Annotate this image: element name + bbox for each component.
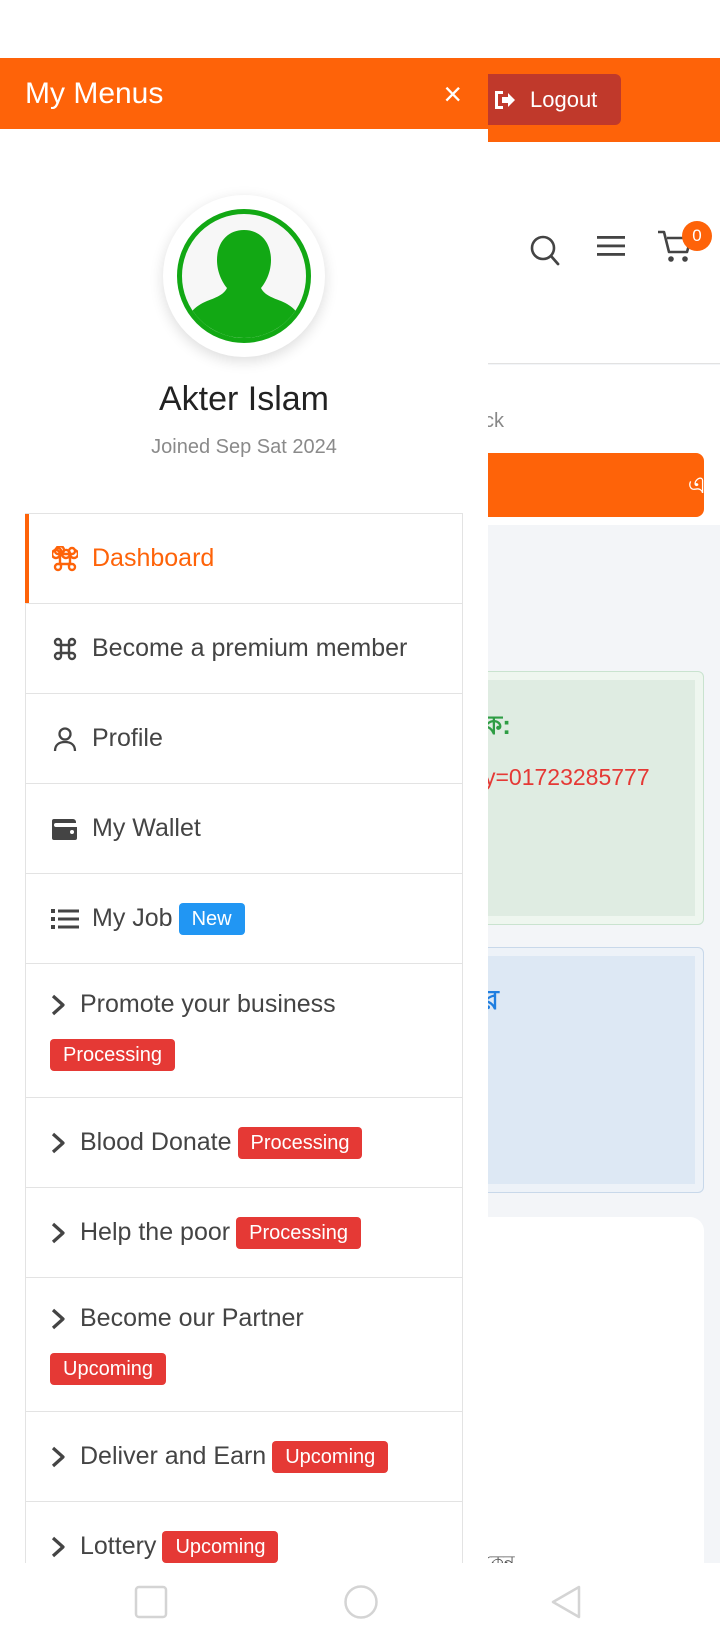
menu-item-lottery[interactable]: Lottery Upcoming: [26, 1502, 462, 1563]
menu-item-promote-business[interactable]: Promote your business Processing: [26, 964, 462, 1098]
avatar[interactable]: [163, 195, 325, 357]
menu-item-help-poor[interactable]: Help the poor Processing: [26, 1188, 462, 1278]
menu-label: My Wallet: [92, 814, 201, 842]
menu-label: Help the poor: [80, 1218, 231, 1246]
hamburger-icon[interactable]: [596, 234, 626, 263]
drawer-menu: Dashboard Become a premium member Profil…: [25, 513, 463, 1563]
chevron-right-icon: [50, 994, 70, 1016]
menu-item-my-job[interactable]: My Job New: [26, 874, 462, 964]
logout-button[interactable]: Logout: [474, 74, 621, 125]
green-box-title: ক:: [484, 710, 511, 740]
side-drawer: My Menus × Akter Islam Joined Sep Sat 20…: [0, 58, 488, 1563]
drawer-title: My Menus: [25, 76, 164, 110]
list-icon: [50, 908, 80, 930]
menu-item-partner[interactable]: Become our Partner Upcoming: [26, 1278, 462, 1412]
chevron-right-icon: [50, 1536, 70, 1558]
upcoming-badge: Upcoming: [50, 1353, 167, 1385]
processing-badge: Processing: [236, 1216, 362, 1249]
chevron-right-icon: [50, 1308, 70, 1330]
joined-date: Joined Sep Sat 2024: [151, 436, 337, 458]
drawer-header: My Menus ×: [0, 58, 488, 129]
menu-label: Blood Donate: [80, 1128, 232, 1156]
status-bar-area: [0, 0, 720, 58]
menu-item-deliver-earn[interactable]: Deliver and Earn Upcoming: [26, 1412, 462, 1502]
menu-item-dashboard[interactable]: Dashboard: [25, 514, 462, 604]
wallet-icon: [50, 817, 80, 841]
menu-label: Become a premium member: [92, 634, 408, 662]
menu-label: Become our Partner: [80, 1304, 304, 1332]
menu-label: Promote your business: [80, 990, 336, 1018]
menu-item-blood-donate[interactable]: Blood Donate Processing: [26, 1098, 462, 1188]
processing-badge: Processing: [50, 1039, 175, 1071]
person-icon: [50, 726, 80, 752]
menu-label: Dashboard: [92, 544, 215, 572]
menu-item-premium[interactable]: Become a premium member: [26, 604, 462, 694]
menu-label: Lottery: [80, 1532, 157, 1560]
chevron-right-icon: [50, 1446, 70, 1468]
processing-badge: Processing: [237, 1126, 363, 1159]
menu-item-wallet[interactable]: My Wallet: [26, 784, 462, 874]
action-bar-text: এ: [687, 472, 706, 499]
new-badge: New: [178, 902, 245, 935]
logout-label: Logout: [530, 86, 598, 112]
circle-icon[interactable]: [343, 1584, 379, 1625]
cart-count-badge: 0: [682, 221, 712, 251]
user-name: Akter Islam: [158, 380, 330, 418]
square-icon[interactable]: [134, 1585, 168, 1624]
system-nav-bar: [0, 1563, 720, 1640]
user-silhouette-icon: [177, 209, 311, 343]
command-icon: [50, 636, 80, 662]
green-box-link[interactable]: y=01723285777: [484, 764, 650, 791]
search-icon[interactable]: [530, 235, 560, 272]
command-icon: [50, 545, 80, 572]
upcoming-badge: Upcoming: [162, 1530, 279, 1563]
chevron-right-icon: [50, 1132, 70, 1154]
menu-label: Profile: [92, 724, 163, 752]
menu-label: My Job: [92, 904, 173, 932]
upcoming-badge: Upcoming: [272, 1440, 389, 1473]
menu-label: Deliver and Earn: [80, 1442, 267, 1470]
close-icon[interactable]: ×: [443, 78, 462, 110]
menu-item-profile[interactable]: Profile: [26, 694, 462, 784]
triangle-back-icon[interactable]: [550, 1584, 582, 1625]
logout-icon: [486, 89, 522, 111]
chevron-right-icon: [50, 1222, 70, 1244]
